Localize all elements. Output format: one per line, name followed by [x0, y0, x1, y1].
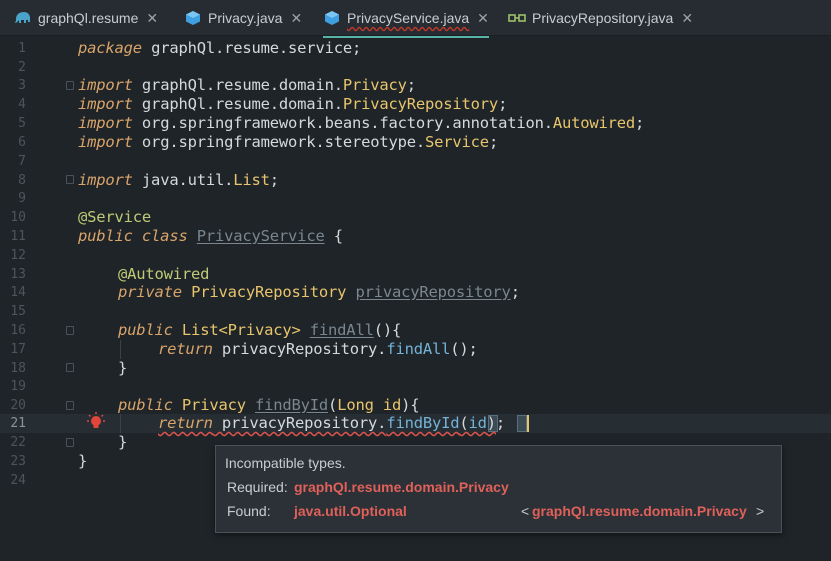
code-text: }: [118, 359, 128, 377]
code-line: 17 return privacyRepository.findAll();: [0, 340, 831, 359]
fold-marker-icon[interactable]: [66, 438, 74, 447]
close-icon[interactable]: ✕: [477, 10, 489, 27]
editor-tab-bar: graphQl.resume ✕ Privacy.java ✕ PrivacyS…: [0, 0, 831, 38]
code-line: 8 import java.util.List;: [0, 171, 831, 190]
bracket-match-highlight: [517, 415, 527, 432]
code-line: 3 import graphQl.resume.domain.Privacy;: [0, 76, 831, 95]
line-number: 4: [18, 97, 26, 112]
tab-label: PrivacyRepository.java: [532, 10, 674, 26]
line-number: 15: [10, 304, 26, 319]
code-text: }: [78, 452, 88, 470]
code-text: public class PrivacyService {: [78, 227, 343, 245]
found-generic-value: graphQl.resume.domain.Privacy: [532, 503, 747, 519]
tab-graphql-resume[interactable]: graphQl.resume ✕: [14, 0, 158, 36]
line-number: 10: [10, 210, 26, 225]
code-line: 10 @Service: [0, 208, 831, 227]
code-text: import graphQl.resume.domain.Privacy;: [78, 76, 416, 94]
text-caret: [527, 415, 529, 432]
line-number: 7: [18, 154, 26, 169]
class-cube-icon: [184, 9, 202, 27]
code-line: 4 import graphQl.resume.domain.PrivacyRe…: [0, 95, 831, 114]
tab-privacyservice-java[interactable]: PrivacyService.java ✕: [323, 0, 489, 38]
line-number: 23: [10, 454, 26, 469]
code-line: 1 package graphQl.resume.service;: [0, 39, 831, 58]
line-number: 20: [10, 398, 26, 413]
line-number: 8: [18, 173, 26, 188]
code-line: 11 public class PrivacyService {: [0, 227, 831, 246]
found-generic-close: >: [756, 503, 765, 519]
tab-label: Privacy.java: [208, 10, 283, 26]
indent-guide: [120, 414, 121, 433]
class-cube-icon: [323, 9, 341, 27]
close-icon[interactable]: ✕: [146, 10, 158, 27]
code-line: 15: [0, 302, 831, 321]
required-value: graphQl.resume.domain.Privacy: [294, 479, 509, 495]
code-text: private PrivacyRepository privacyReposit…: [118, 283, 520, 301]
line-number: 5: [18, 116, 26, 131]
code-text: @Service: [78, 208, 152, 226]
code-line: 13 @Autowired: [0, 265, 831, 284]
found-value: java.util.Optional: [294, 503, 407, 519]
line-number: 18: [10, 361, 26, 376]
code-text: import org.springframework.beans.factory…: [78, 114, 645, 132]
code-text: import graphQl.resume.domain.PrivacyRepo…: [78, 95, 508, 113]
line-number: 17: [10, 342, 26, 357]
code-line-current: 21 return privacyRepository.findById(id)…: [0, 414, 831, 433]
code-line: 20 public Privacy findById(Long id){: [0, 396, 831, 415]
line-number: 3: [18, 78, 26, 93]
line-number: 12: [10, 248, 26, 263]
tab-label: graphQl.resume: [38, 10, 139, 26]
tooltip-title: Incompatible types.: [225, 455, 346, 471]
required-label: Required:: [227, 479, 288, 495]
code-text: public Privacy findById(Long id){: [118, 396, 420, 414]
code-text: import java.util.List;: [78, 171, 279, 189]
indent-guide: [120, 340, 121, 359]
code-line: 7: [0, 152, 831, 171]
tab-privacyrepository-java[interactable]: PrivacyRepository.java ✕: [508, 0, 693, 36]
interface-icon: [508, 9, 526, 27]
line-number: 21: [10, 416, 26, 431]
code-line: 5 import org.springframework.beans.facto…: [0, 114, 831, 133]
elephant-icon: [14, 9, 32, 27]
found-generic-open: <: [521, 503, 530, 519]
fold-marker-icon[interactable]: [66, 175, 74, 184]
code-text: @Autowired: [118, 265, 210, 283]
line-number: 11: [10, 229, 26, 244]
code-text: public List<Privacy> findAll(){: [118, 321, 402, 339]
code-text: import org.springframework.stereotype.Se…: [78, 133, 499, 151]
line-number: 1: [18, 41, 26, 56]
code-line: 12: [0, 246, 831, 265]
line-number: 9: [18, 191, 26, 206]
tab-privacy-java[interactable]: Privacy.java ✕: [184, 0, 302, 36]
line-number: 16: [10, 323, 26, 338]
error-tooltip: Incompatible types. Required: graphQl.re…: [215, 445, 782, 533]
line-number: 19: [10, 379, 26, 394]
line-number: 22: [10, 435, 26, 450]
code-line: 19: [0, 377, 831, 396]
line-number: 13: [10, 267, 26, 282]
line-number: 2: [18, 60, 26, 75]
tab-label: PrivacyService.java: [347, 10, 470, 26]
code-line: 9: [0, 189, 831, 208]
line-number: 24: [10, 473, 26, 488]
line-number: 14: [10, 285, 26, 300]
code-line: 6 import org.springframework.stereotype.…: [0, 133, 831, 152]
lightbulb-error-icon[interactable]: [86, 411, 106, 431]
close-icon[interactable]: ✕: [290, 10, 302, 27]
fold-marker-icon[interactable]: [66, 81, 74, 90]
code-line: 16 public List<Privacy> findAll(){: [0, 321, 831, 340]
code-line: 18 }: [0, 359, 831, 378]
code-text: return privacyRepository.findById(id);: [158, 414, 506, 432]
code-text: return privacyRepository.findAll();: [158, 340, 478, 358]
code-text: }: [118, 433, 128, 451]
code-line: 14 private PrivacyRepository privacyRepo…: [0, 283, 831, 302]
line-number: 6: [18, 135, 26, 150]
close-icon[interactable]: ✕: [681, 10, 693, 27]
fold-marker-icon[interactable]: [66, 326, 74, 335]
code-text: package graphQl.resume.service;: [78, 39, 362, 57]
code-line: 2: [0, 58, 831, 77]
fold-marker-icon[interactable]: [66, 401, 74, 410]
fold-marker-icon[interactable]: [66, 363, 74, 372]
found-label: Found:: [227, 503, 271, 519]
